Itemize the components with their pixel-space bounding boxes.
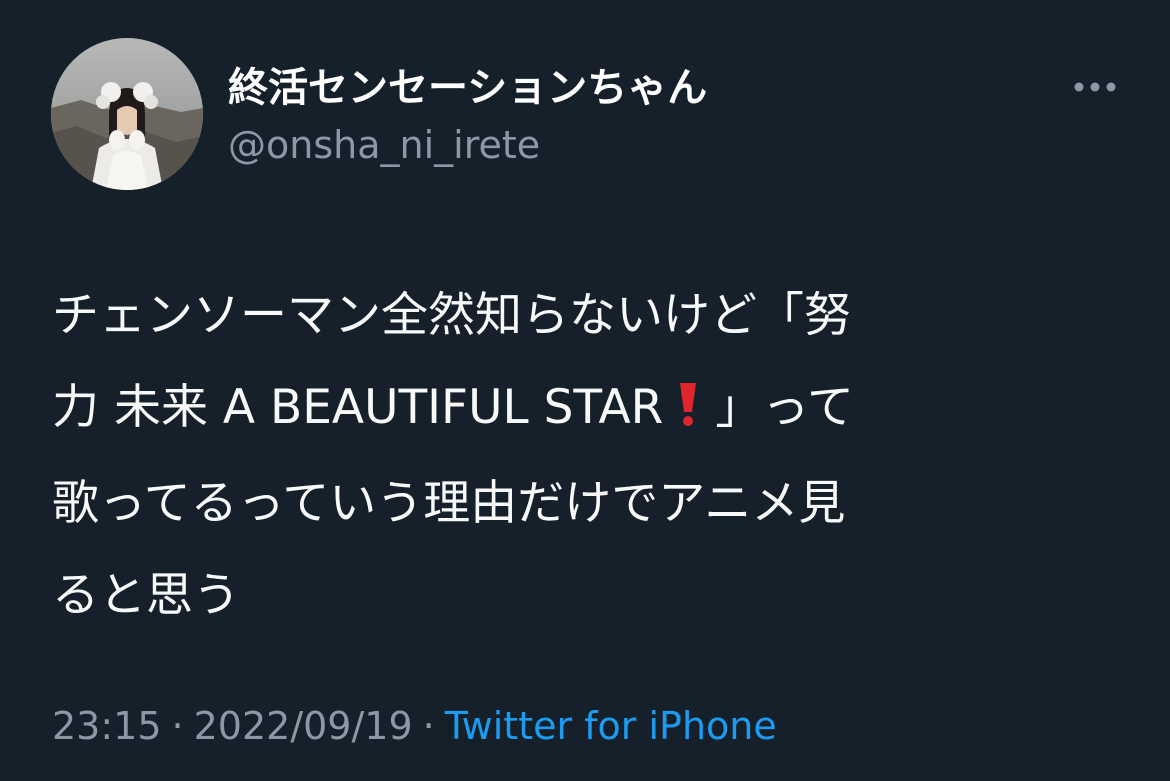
source-link[interactable]: Twitter for iPhone [445, 704, 777, 748]
avatar-photo [51, 38, 203, 190]
tweet-line: チェンソーマン全然知らないけど「努 [52, 288, 851, 343]
tweet-line: 歌ってるっていう理由だけでアニメ見 [52, 476, 846, 531]
tweet-time[interactable]: 23:15 [52, 704, 162, 748]
avatar[interactable] [51, 38, 203, 190]
user-handle[interactable]: @onsha_ni_irete [228, 122, 540, 168]
tweet-line-part: 」って [715, 380, 854, 435]
display-name[interactable]: 終活センセーションちゃん [228, 64, 707, 112]
tweet-line: ると思う [52, 568, 240, 623]
more-dots-icon [1074, 82, 1116, 92]
tweet-line: 力 未来 A BEAUTIFUL STAR 」って [52, 362, 1122, 458]
tweet-meta: 23:15 · 2022/09/19 · Twitter for iPhone [52, 700, 777, 752]
meta-separator: · [171, 704, 184, 748]
tweet-text: チェンソーマン全然知らないけど「努 力 未来 A BEAUTIFUL STAR 」… [52, 270, 1122, 642]
more-options-button[interactable] [1070, 70, 1120, 104]
tweet-line-part: 力 未来 A BEAUTIFUL STAR [52, 380, 664, 435]
meta-separator: · [422, 704, 435, 748]
heavy-exclamation-mark-icon [677, 366, 699, 458]
tweet-date[interactable]: 2022/09/19 [194, 704, 413, 748]
